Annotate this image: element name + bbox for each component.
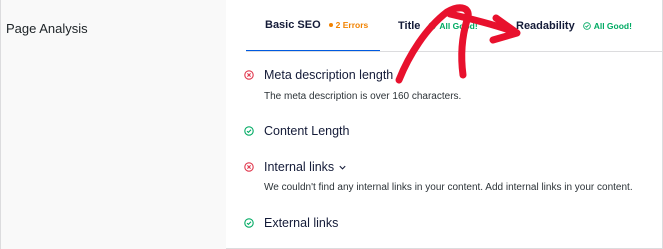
section-title: Page Analysis (6, 21, 88, 36)
analysis-results: Meta description length The meta descrip… (244, 0, 663, 249)
result-title: External links (264, 216, 339, 230)
result-title: Internal links (264, 160, 335, 174)
x-circle-icon (244, 70, 254, 80)
check-circle-icon (244, 126, 254, 136)
result-description: We couldn't find any internal links in y… (264, 182, 633, 193)
result-meta-description-length: Meta description length (244, 68, 393, 82)
result-description: The meta description is over 160 charact… (264, 91, 462, 102)
x-circle-icon (244, 162, 254, 172)
check-circle-icon (244, 218, 254, 228)
result-content-length: Content Length (244, 124, 350, 138)
result-title: Content Length (264, 124, 350, 138)
result-internal-links[interactable]: Internal links (244, 160, 347, 174)
section-label-column: Page Analysis (1, 0, 226, 249)
result-external-links: External links (244, 216, 338, 230)
result-title: Meta description length (264, 68, 394, 82)
page-analysis-panel: Page Analysis Basic SEO 2 Errors Title A… (0, 0, 663, 249)
chevron-down-icon[interactable] (338, 163, 347, 172)
